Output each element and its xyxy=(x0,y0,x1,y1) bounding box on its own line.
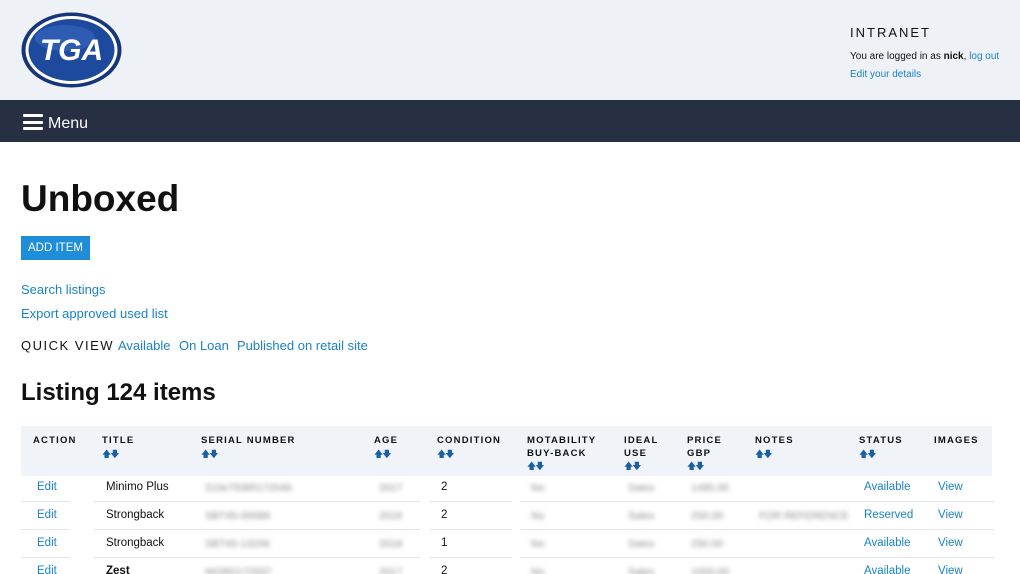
row-divider xyxy=(430,557,512,558)
edit-details-link[interactable]: Edit your details xyxy=(850,69,921,80)
logo-text: TGA xyxy=(40,34,103,67)
view-images-link[interactable]: View xyxy=(938,537,963,549)
quick-view-label: QUICK VIEW xyxy=(21,338,115,353)
cell-motability: No xyxy=(531,510,545,522)
cell-serial: WOR0172937 xyxy=(205,566,272,574)
cell-title: Minimo Plus xyxy=(106,481,169,493)
row-divider xyxy=(94,557,420,558)
export-approved-list-link[interactable]: Export approved used list xyxy=(21,306,168,321)
cell-serial: S19vTEBR172046 xyxy=(205,482,292,494)
col-age: AGE xyxy=(374,435,399,446)
edit-link[interactable]: Edit xyxy=(37,537,57,549)
row-divider xyxy=(94,501,420,502)
cell-notes: FOR REFERENCE xyxy=(759,510,849,522)
cell-condition: 2 xyxy=(441,509,448,521)
menu-button[interactable]: Menu xyxy=(48,115,88,133)
row-divider xyxy=(21,557,70,558)
cell-price: 1000.00 xyxy=(691,566,729,574)
edit-link[interactable]: Edit xyxy=(37,565,57,574)
row-divider xyxy=(94,529,420,530)
sort-age-icon[interactable]: 🡅🡇 xyxy=(374,447,391,463)
login-status: You are logged in as nick, log out xyxy=(850,51,1000,62)
col-action: ACTION xyxy=(33,435,77,446)
cell-motability: No xyxy=(531,566,545,574)
cell-price: 250.00 xyxy=(691,510,724,522)
row-divider xyxy=(430,501,512,502)
col-price: PRICE GBP xyxy=(687,435,723,459)
sort-motability-icon[interactable]: 🡅🡇 xyxy=(527,459,544,475)
edit-link[interactable]: Edit xyxy=(37,509,57,521)
row-divider xyxy=(520,557,994,558)
row-divider xyxy=(21,501,70,502)
col-title: TITLE xyxy=(102,435,135,446)
status-link[interactable]: Available xyxy=(864,481,910,493)
cell-age: 2018 xyxy=(379,538,403,550)
quick-view-published[interactable]: Published on retail site xyxy=(237,338,368,353)
cell-serial: SBT45-00089 xyxy=(205,510,270,522)
navbar xyxy=(0,100,1020,142)
status-link[interactable]: Reserved xyxy=(864,509,913,521)
cell-ideal-use: Sales xyxy=(628,482,655,494)
quick-view-available[interactable]: Available xyxy=(118,338,171,353)
sort-condition-icon[interactable]: 🡅🡇 xyxy=(437,447,454,463)
hamburger-menu-icon[interactable] xyxy=(23,114,43,130)
row-divider xyxy=(520,501,994,502)
page-title: Unboxed xyxy=(21,178,180,219)
status-link[interactable]: Available xyxy=(864,565,910,574)
cell-price: 250.00 xyxy=(691,538,724,550)
quick-view-on-loan[interactable]: On Loan xyxy=(179,338,229,353)
site-label: INTRANET xyxy=(850,25,931,40)
sort-serial-icon[interactable]: 🡅🡇 xyxy=(201,447,218,463)
logout-link[interactable]: log out xyxy=(969,51,999,62)
cell-age: 2017 xyxy=(379,566,403,574)
sort-title-icon[interactable]: 🡅🡇 xyxy=(102,447,119,463)
status-link[interactable]: Available xyxy=(864,537,910,549)
cell-age: 2016 xyxy=(379,510,403,522)
view-images-link[interactable]: View xyxy=(938,509,963,521)
cell-condition: 1 xyxy=(441,537,448,549)
cell-title: Zest xyxy=(106,565,130,574)
col-ideal-use: IDEAL USE xyxy=(624,435,659,459)
cell-ideal-use: Sales xyxy=(628,566,655,574)
cell-ideal-use: Sales xyxy=(628,510,655,522)
add-item-button[interactable]: ADD ITEM xyxy=(21,236,90,260)
sort-notes-icon[interactable]: 🡅🡇 xyxy=(755,447,772,463)
cell-condition: 2 xyxy=(441,481,448,493)
cell-condition: 2 xyxy=(441,565,448,574)
col-motability: MOTABILITY BUY-BACK xyxy=(527,435,597,459)
cell-serial: SBT45-13206 xyxy=(205,538,270,550)
sort-ideal-use-icon[interactable]: 🡅🡇 xyxy=(624,459,641,475)
cell-title: Strongback xyxy=(106,509,165,521)
cell-motability: No xyxy=(531,482,545,494)
col-notes: NOTES xyxy=(755,435,794,446)
username: nick xyxy=(943,51,964,62)
site-header xyxy=(0,0,1020,100)
login-prefix: You are logged in as xyxy=(850,51,941,62)
cell-motability: No xyxy=(531,538,545,550)
row-divider xyxy=(430,529,512,530)
table-header xyxy=(21,426,992,476)
edit-link[interactable]: Edit xyxy=(37,481,57,493)
sort-status-icon[interactable]: 🡅🡇 xyxy=(859,447,876,463)
col-status: STATUS xyxy=(859,435,903,446)
cell-ideal-use: Sales xyxy=(628,538,655,550)
tga-logo[interactable]: TGA xyxy=(21,12,122,88)
sort-price-icon[interactable]: 🡅🡇 xyxy=(687,459,704,475)
cell-age: 2017 xyxy=(379,482,403,494)
view-images-link[interactable]: View xyxy=(938,481,963,493)
col-images: IMAGES xyxy=(934,435,979,446)
view-images-link[interactable]: View xyxy=(938,565,963,574)
listing-heading: Listing 124 items xyxy=(21,379,216,406)
col-serial-number: SERIAL NUMBER xyxy=(201,435,296,446)
cell-title: Strongback xyxy=(106,537,165,549)
col-condition: CONDITION xyxy=(437,435,502,446)
row-divider xyxy=(520,529,994,530)
row-divider xyxy=(21,529,70,530)
search-listings-link[interactable]: Search listings xyxy=(21,282,106,297)
cell-price: 1495.00 xyxy=(691,482,729,494)
